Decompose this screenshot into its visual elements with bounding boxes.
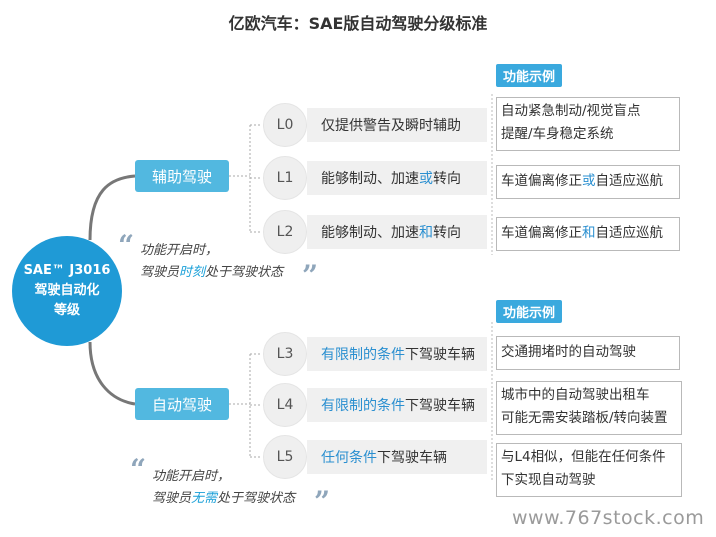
level-desc-l4: 有限制的条件 下驾驶车辆 bbox=[307, 388, 487, 422]
watermark: www.767stock.com bbox=[512, 507, 705, 529]
quote-text: 驾驶员 bbox=[152, 491, 192, 506]
desc-highlight: 和 bbox=[419, 225, 433, 241]
desc-text-post: 转向 bbox=[433, 225, 461, 241]
example-text: 车道偏离修正 bbox=[501, 173, 582, 189]
desc-highlight: 任何条件 bbox=[321, 450, 377, 466]
category-auto-driving: 自动驾驶 bbox=[135, 388, 229, 420]
quote-highlight: 无需 bbox=[191, 491, 218, 506]
quote-text-post: 处于驾驶状态 bbox=[205, 265, 284, 280]
example-box-l5: 与L4相似，但能在任何条件 下实现自动驾驶 bbox=[496, 443, 682, 497]
quote-open-mark-1: “ bbox=[118, 229, 135, 262]
level-desc-l1: 能够制动、加速或转向 bbox=[307, 161, 487, 195]
category-assist-driving: 辅助驾驶 bbox=[135, 160, 229, 192]
level-badge-l1: L1 bbox=[263, 156, 307, 200]
level-desc-l0: 仅提供警告及瞬时辅助 bbox=[307, 108, 487, 142]
example-highlight: 和 bbox=[582, 225, 596, 241]
example-line-2: 下实现自动驾驶 bbox=[501, 472, 596, 488]
example-box-l1: 车道偏离修正或自适应巡航 bbox=[496, 165, 680, 199]
level-badge-l0: L0 bbox=[263, 103, 307, 147]
quote-open-mark-2: “ bbox=[130, 453, 147, 486]
desc-text: 仅提供警告及瞬时辅助 bbox=[321, 118, 461, 134]
level-desc-l3: 有限制的条件 下驾驶车辆 bbox=[307, 337, 487, 371]
quote-line-1: 功能开启时， bbox=[140, 243, 219, 258]
hub-line-3: 等级 bbox=[53, 303, 80, 318]
example-header-2: 功能示例 bbox=[496, 300, 563, 323]
level-desc-l2: 能够制动、加速和转向 bbox=[307, 215, 487, 249]
example-box-l2: 车道偏离修正和自适应巡航 bbox=[496, 217, 680, 251]
desc-text-post: 下驾驶车辆 bbox=[405, 347, 475, 363]
quote-line-1: 功能开启时， bbox=[152, 469, 231, 484]
desc-text: 能够制动、加速 bbox=[321, 171, 419, 187]
example-text: 交通拥堵时的自动驾驶 bbox=[501, 344, 636, 360]
hub-line-1: SAE™ J3016 bbox=[23, 263, 111, 278]
quote-close-mark-1: ” bbox=[302, 259, 319, 292]
quote-close-mark-2: ” bbox=[314, 485, 331, 518]
example-line-2: 可能无需安装踏板/转向装置 bbox=[501, 410, 668, 426]
desc-text-post: 转向 bbox=[433, 171, 461, 187]
example-text-post: 自适应巡航 bbox=[595, 225, 664, 241]
hub-line-2: 驾驶自动化 bbox=[34, 283, 100, 298]
desc-highlight: 或 bbox=[419, 171, 433, 187]
desc-highlight: 有限制的条件 bbox=[321, 347, 405, 363]
example-highlight: 或 bbox=[582, 173, 596, 189]
example-text: 车道偏离修正 bbox=[501, 225, 582, 241]
quote-assist: 功能开启时， 驾驶员时刻处于驾驶状态 bbox=[140, 240, 283, 284]
example-line-1: 城市中的自动驾驶出租车 bbox=[501, 387, 650, 403]
level-badge-l4: L4 bbox=[263, 383, 307, 427]
example-line-2: 提醒/车身稳定系统 bbox=[501, 126, 614, 142]
desc-text: 能够制动、加速 bbox=[321, 225, 419, 241]
example-header-1: 功能示例 bbox=[496, 64, 563, 87]
quote-text-post: 处于驾驶状态 bbox=[217, 491, 296, 506]
example-line-1: 自动紧急制动/视觉盲点 bbox=[501, 103, 641, 119]
example-line-1: 与L4相似，但能在任何条件 bbox=[501, 449, 666, 465]
hub-to-auto-line bbox=[88, 341, 136, 406]
example-box-l0: 自动紧急制动/视觉盲点 提醒/车身稳定系统 bbox=[496, 97, 680, 151]
desc-highlight: 有限制的条件 bbox=[321, 398, 405, 414]
desc-text-post: 下驾驶车辆 bbox=[377, 450, 447, 466]
example-text-post: 自适应巡航 bbox=[595, 173, 664, 189]
hub-circle: SAE™ J3016 驾驶自动化 等级 bbox=[12, 236, 122, 346]
level-badge-l3: L3 bbox=[263, 332, 307, 376]
level-desc-l5: 任何条件 下驾驶车辆 bbox=[307, 440, 487, 474]
quote-text: 驾驶员 bbox=[140, 265, 180, 280]
example-box-l3: 交通拥堵时的自动驾驶 bbox=[496, 336, 680, 370]
quote-auto: 功能开启时， 驾驶员无需处于驾驶状态 bbox=[152, 466, 295, 510]
desc-text-post: 下驾驶车辆 bbox=[405, 398, 475, 414]
example-box-l4: 城市中的自动驾驶出租车 可能无需安装踏板/转向装置 bbox=[496, 381, 682, 435]
quote-highlight: 时刻 bbox=[179, 265, 206, 280]
